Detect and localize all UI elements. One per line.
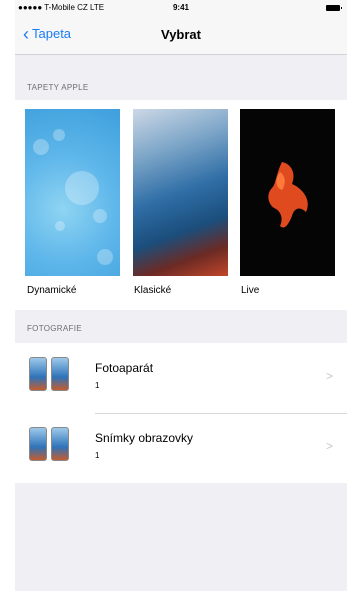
bubble — [33, 139, 49, 155]
wallpaper-dynamic-label: Dynamické — [27, 285, 77, 296]
bubble — [65, 171, 99, 205]
screenshot-image — [51, 357, 69, 391]
album-count: 1 — [95, 451, 100, 460]
phone-screen: ●●●●● T-Mobile CZ LTE 9:41 ‹ Tapeta Vybr… — [15, 0, 347, 591]
screenshot-image — [51, 427, 69, 461]
wallpaper-categories: Dynamické Klasické Live — [15, 100, 347, 310]
wallpaper-live-thumbnail[interactable] — [240, 109, 335, 276]
wallpaper-classic-label: Klasické — [134, 285, 172, 296]
status-bar: ●●●●● T-Mobile CZ LTE 9:41 — [15, 0, 347, 16]
album-row-camera[interactable]: Fotoaparát 1 > — [15, 343, 347, 414]
album-row-screenshots[interactable]: Snímky obrazovky 1 > — [15, 413, 347, 483]
album-name: Snímky obrazovky — [95, 431, 194, 445]
bubble — [55, 221, 65, 231]
battery-icon — [326, 5, 342, 11]
section-header-apple: TAPETY APPLE — [27, 83, 89, 92]
chevron-right-icon: > — [325, 439, 333, 453]
section-header-photos: FOTOGRAFIE — [27, 324, 82, 333]
wallpaper-live-label: Live — [241, 285, 260, 296]
bubble — [53, 129, 65, 141]
betta-fish-image — [268, 162, 308, 228]
album-thumbnail — [25, 423, 81, 473]
navigation-bar: ‹ Tapeta Vybrat — [15, 16, 347, 55]
bubble — [93, 209, 107, 223]
screenshot-image — [29, 357, 47, 391]
wallpaper-dynamic-thumbnail[interactable] — [25, 109, 120, 276]
screenshot-image — [29, 427, 47, 461]
bubble — [97, 249, 113, 265]
photo-albums-list: Fotoaparát 1 > Snímky obrazovky 1 > — [15, 343, 347, 483]
album-thumbnail — [25, 353, 81, 403]
wallpaper-classic-thumbnail[interactable] — [133, 109, 228, 276]
clock: 9:41 — [172, 3, 189, 12]
album-count: 1 — [95, 381, 100, 390]
chevron-right-icon: > — [325, 369, 333, 383]
album-name: Fotoaparát — [95, 361, 154, 375]
page-title: Vybrat — [161, 27, 201, 42]
